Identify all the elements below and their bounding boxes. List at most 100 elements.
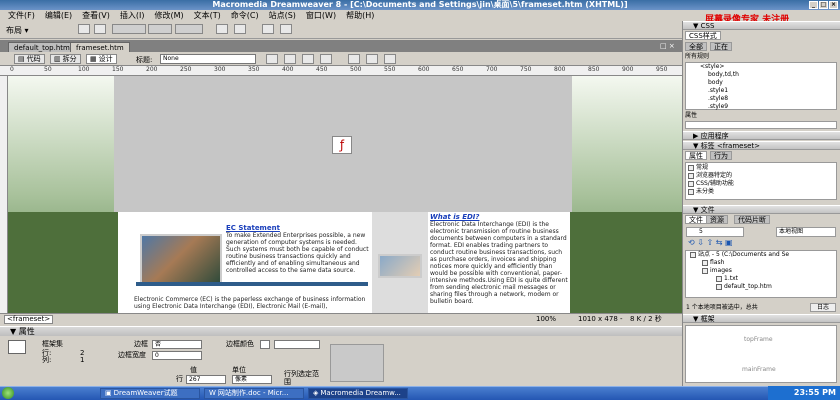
attr-group-uncategorized[interactable]: 未分类 [688,188,714,196]
tree-file-default-top[interactable]: default_top.htm [716,283,772,291]
tab-default-top[interactable]: default_top.htm [8,42,76,52]
check-browser-icon[interactable] [302,54,314,64]
border-color-swatch[interactable] [260,340,270,349]
properties-header[interactable]: ▼ 属性 [0,326,682,336]
view-options-icon[interactable] [366,54,378,64]
tab-snippets[interactable]: 代码片断 [734,215,770,224]
css-rule[interactable]: body,td,th [708,71,739,79]
menu-commands[interactable]: 命令(C) [226,10,264,21]
ec-statement-link[interactable]: EC Statement [226,224,280,232]
all-mode-button[interactable]: 全部 [685,42,707,51]
menu-modify[interactable]: 修改(M) [149,10,188,21]
folder-icon [702,259,708,266]
draw-cell-icon[interactable] [234,24,246,34]
site-select[interactable]: 5 [686,227,744,237]
expanded-mode-button[interactable] [148,24,172,34]
window-size[interactable]: 1010 x 478 - [578,315,623,323]
frames-panel-header[interactable]: ▼ 框架 [683,314,840,323]
flash-icon[interactable]: ƒ [332,136,352,154]
application-panel-header[interactable]: ▶ 应用程序 [683,131,840,140]
frame-main-label[interactable]: mainFrame [742,366,776,374]
zoom-select[interactable]: 100% [536,315,556,323]
all-rules-label: 所有规则 [685,53,710,60]
css-props-toolbar[interactable] [685,121,837,129]
draw-table-icon[interactable] [216,24,228,34]
design-view-button[interactable]: ▦ 设计 [86,54,117,64]
visual-aids-icon[interactable] [384,54,396,64]
menu-edit[interactable]: 编辑(E) [40,10,77,21]
tree-site-root[interactable]: 站点 - 5 (C:\Documents and Se [690,251,789,259]
window-title: Macromedia Dreamweaver 8 - [C:\Documents… [212,0,628,9]
tab-css-styles[interactable]: CSS样式 [685,31,721,40]
tree-folder-flash[interactable]: flash [702,259,724,267]
attr-group-browser[interactable]: 浏览器特定的 [688,172,732,180]
menu-text[interactable]: 文本(T) [189,10,226,21]
tree-file-txt[interactable]: 1.txt [716,275,738,283]
tree-folder-images[interactable]: images [702,267,732,275]
menu-view[interactable]: 查看(V) [77,10,115,21]
taskbar-item-word-doc[interactable]: W 网站制作.doc - Micr... [204,388,304,399]
css-rule[interactable]: <style> [700,63,724,71]
split-view-button[interactable]: ▥ 拆分 [50,54,81,64]
design-icon: ▦ [90,54,97,63]
frames-preview[interactable] [685,325,837,383]
tabular-data-icon[interactable] [280,24,292,34]
file-toolbar-icons[interactable]: ⟲ ⇩ ⇧ ⇆ ▣ [688,239,733,247]
tab-files[interactable]: 文件 [685,215,707,224]
tag-selector[interactable]: <frameset> [4,315,54,324]
file-management-icon[interactable] [266,54,278,64]
close-document-icon[interactable]: □ × [660,42,675,50]
expand-icon [688,164,694,171]
log-button[interactable]: 日志 [810,303,836,312]
css-rule[interactable]: .style8 [708,95,728,103]
menu-site[interactable]: 站点(S) [264,10,301,21]
tab-attributes[interactable]: 属性 [685,151,707,160]
frames-icon[interactable] [262,24,274,34]
validate-icon[interactable] [320,54,332,64]
unit-select[interactable]: 像素 [232,375,272,384]
horizontal-ruler: 0 50 100 150 200 250 300 350 400 450 500… [0,66,682,76]
attr-group-general[interactable]: 常规 [688,164,708,172]
current-mode-button[interactable]: 正在 [710,42,732,51]
menu-window[interactable]: 窗口(W) [301,10,341,21]
css-rule[interactable]: .style1 [708,87,728,95]
file-icon [716,275,722,282]
start-orb-icon[interactable] [2,387,14,399]
title-input[interactable]: None [160,54,256,64]
menu-help[interactable]: 帮助(H) [341,10,379,21]
value-input[interactable]: 267 [186,375,226,384]
row-select-label: 行列选定范围 [284,370,319,386]
view-select[interactable]: 本地视图 [776,227,836,237]
table-icon[interactable] [78,24,90,34]
tab-assets[interactable]: 资源 [706,215,728,224]
layout-mode-button[interactable] [175,24,203,34]
layer-icon[interactable] [94,24,106,34]
menu-file[interactable]: 文件(F) [3,10,40,21]
tab-frameset[interactable]: frameset.htm [70,42,130,52]
maximize-icon[interactable]: □ [819,1,828,9]
frameset-preview[interactable] [330,344,384,382]
insert-category-select[interactable]: 布局 ▾ [6,25,29,36]
what-is-edi-link[interactable]: What is EDI? [430,213,479,221]
attr-group-css[interactable]: CSS/辅助功能 [688,180,734,188]
standard-mode-button[interactable] [112,24,146,34]
code-view-button[interactable]: ▤ 代码 [14,54,45,64]
frame-top-label[interactable]: topFrame [744,336,773,344]
css-rule[interactable]: body [708,79,723,87]
file-status-text: 1 个本地项目被选中，总共 [686,304,758,311]
close-icon[interactable]: × [829,1,838,9]
taskbar-item-dreamweaver[interactable]: ◈ Macromedia Dreamw... [308,388,408,399]
minimize-icon[interactable]: _ [809,1,818,9]
taskbar-item-dreamweaver-test[interactable]: ▣ DreamWeaver试题 [100,388,200,399]
refresh-icon[interactable] [348,54,360,64]
menu-insert[interactable]: 插入(I) [115,10,150,21]
tag-inspector-header[interactable]: ▼ 标签 <frameset> [683,141,840,150]
border-width-input[interactable]: 0 [152,351,202,360]
css-rule[interactable]: .style9 [708,103,728,111]
border-select[interactable]: 否 [152,340,202,349]
preview-browser-icon[interactable] [284,54,296,64]
tab-behaviors[interactable]: 行为 [710,151,732,160]
border-color-input[interactable] [274,340,320,349]
files-panel-header[interactable]: ▼ 文件 [683,205,840,214]
css-panel-header[interactable]: ▼ CSS [683,21,840,30]
